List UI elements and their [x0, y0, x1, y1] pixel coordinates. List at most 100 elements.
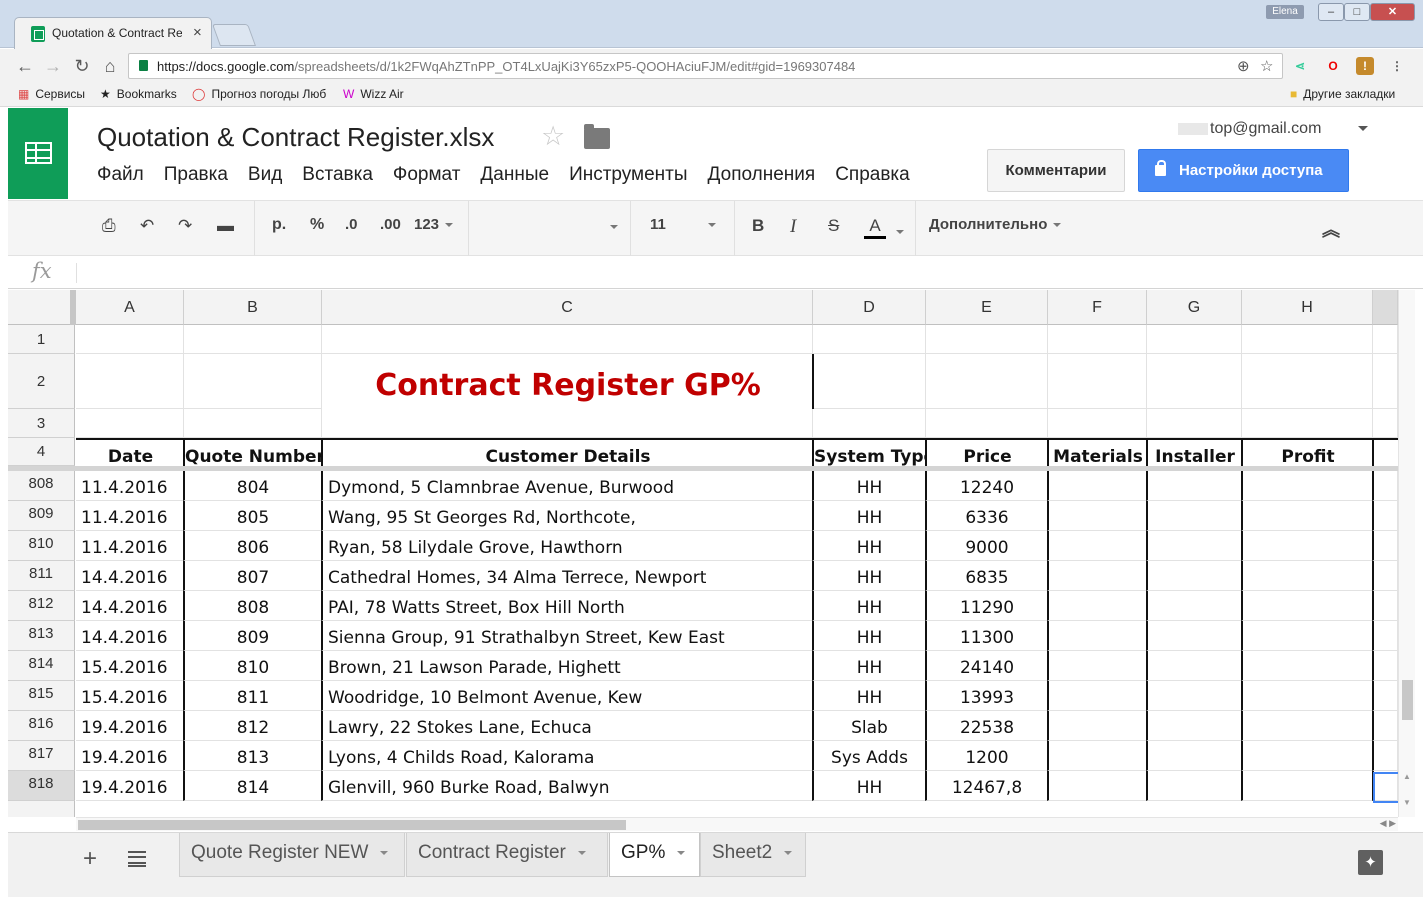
document-title[interactable]: Quotation & Contract Register.xlsx [97, 122, 494, 153]
scroll-up-icon[interactable]: ▲ [1403, 772, 1411, 781]
row-header[interactable]: 815 [8, 681, 75, 711]
row-header[interactable]: 811 [8, 561, 75, 591]
cell[interactable] [1047, 711, 1147, 741]
cell[interactable] [813, 409, 926, 438]
reload-icon[interactable]: ↻ [71, 55, 93, 77]
window-minimize-button[interactable]: – [1318, 3, 1344, 21]
scroll-arrows-icon[interactable]: ◀ ▶ [1380, 818, 1396, 829]
header-cell[interactable]: Profit [1241, 438, 1373, 469]
row-header[interactable]: 810 [8, 531, 75, 561]
cell-system[interactable]: HH [812, 471, 926, 501]
header-cell[interactable]: Date [76, 438, 185, 469]
cell[interactable] [184, 409, 322, 438]
text-color-button[interactable]: A [864, 216, 886, 239]
cell-date[interactable]: 14.4.2016 [76, 591, 184, 621]
window-maximize-button[interactable]: □ [1344, 3, 1370, 21]
cell-system[interactable]: HH [812, 621, 926, 651]
cell-quote[interactable]: 806 [183, 531, 322, 561]
row-header[interactable]: 2 [8, 354, 75, 409]
collapse-menu-icon[interactable]: ︽ [1322, 216, 1340, 242]
cell-system[interactable]: HH [812, 651, 926, 681]
cell[interactable] [1146, 561, 1242, 591]
cell-quote[interactable]: 810 [183, 651, 322, 681]
cell[interactable] [1146, 741, 1242, 771]
font-size-dropdown[interactable]: 11 [650, 216, 716, 233]
cell[interactable] [1146, 621, 1242, 651]
row-header[interactable]: 1 [8, 325, 75, 354]
more-button[interactable]: Дополнительно [929, 216, 1062, 233]
comments-button[interactable]: Комментарии [987, 149, 1125, 192]
row-header[interactable]: 3 [8, 409, 75, 438]
opera-extension-icon[interactable]: O [1324, 57, 1342, 75]
star-document-icon[interactable]: ☆ [541, 121, 565, 152]
bookmark-wizzair[interactable]: W Wizz Air [343, 87, 404, 101]
row-header[interactable]: 817 [8, 741, 75, 771]
menu-addons[interactable]: Дополнения [708, 164, 816, 185]
cell-customer[interactable]: Ryan, 58 Lilydale Grove, Hawthorn [321, 531, 813, 561]
cell[interactable] [1147, 354, 1242, 409]
paint-format-icon[interactable]: ▬ [217, 216, 234, 236]
cell-customer[interactable]: Sienna Group, 91 Strathalbyn Street, Kew… [321, 621, 813, 651]
undo-icon[interactable]: ↶ [140, 216, 154, 236]
cell-system[interactable]: HH [812, 531, 926, 561]
italic-button[interactable]: I [790, 216, 796, 238]
scroll-down-icon[interactable]: ▼ [1403, 798, 1411, 807]
cell-customer[interactable]: Dymond, 5 Clamnbrae Avenue, Burwood [321, 471, 813, 501]
cell[interactable] [1372, 531, 1398, 561]
cell-customer[interactable]: Lyons, 4 Childs Road, Kalorama [321, 741, 813, 771]
cell[interactable] [1372, 681, 1398, 711]
column-header[interactable]: B [184, 290, 322, 325]
share-button[interactable]: Настройки доступа [1138, 149, 1349, 192]
cell-customer[interactable]: Glenvill, 960 Burke Road, Balwyn [321, 771, 813, 801]
cell-date[interactable]: 14.4.2016 [76, 621, 184, 651]
cell[interactable] [1372, 651, 1398, 681]
cell-quote[interactable]: 809 [183, 621, 322, 651]
cell[interactable] [1242, 354, 1373, 409]
cell-date[interactable]: 19.4.2016 [76, 771, 184, 801]
selected-cell[interactable] [1373, 772, 1398, 803]
bookmark-weather[interactable]: ◯ Прогноз погоды Люб [192, 87, 326, 101]
cell-system[interactable]: HH [812, 591, 926, 621]
cell[interactable] [1241, 501, 1373, 531]
column-header[interactable]: A [76, 290, 184, 325]
cell[interactable] [1241, 561, 1373, 591]
column-header[interactable]: H [1242, 290, 1373, 325]
cell-quote[interactable]: 804 [183, 471, 322, 501]
new-tab-button[interactable] [211, 24, 257, 46]
cell-quote[interactable]: 813 [183, 741, 322, 771]
vertical-scrollbar[interactable]: ▲ ▼ [1398, 290, 1415, 817]
tab-close-icon[interactable]: × [193, 24, 202, 41]
cell[interactable] [1048, 354, 1147, 409]
cell[interactable] [1047, 651, 1147, 681]
cell[interactable] [76, 325, 184, 354]
cell[interactable] [1146, 591, 1242, 621]
address-bar[interactable]: https://docs.google.com/spreadsheets/d/1… [128, 53, 1283, 79]
cell[interactable] [1372, 591, 1398, 621]
cell-price[interactable]: 11300 [925, 621, 1048, 651]
cell[interactable] [1047, 531, 1147, 561]
cell[interactable] [1241, 591, 1373, 621]
header-cell[interactable]: Installer [1146, 438, 1242, 469]
menu-format[interactable]: Формат [393, 164, 461, 185]
bookmark-apps[interactable]: ▦ Сервисы [18, 87, 85, 101]
cell-system[interactable]: Slab [812, 711, 926, 741]
cell[interactable] [1241, 621, 1373, 651]
account-email[interactable]: top@gmail.com [1178, 120, 1321, 138]
row-header[interactable]: 4 [8, 438, 75, 466]
menu-edit[interactable]: Правка [164, 164, 228, 185]
cell[interactable] [1048, 325, 1147, 354]
cell[interactable] [1372, 501, 1398, 531]
cell-system[interactable]: HH [812, 681, 926, 711]
column-header[interactable]: C [322, 290, 813, 325]
account-chevron-down-icon[interactable] [1358, 126, 1368, 131]
cell[interactable] [1047, 771, 1147, 801]
cell[interactable] [1241, 471, 1373, 501]
cell[interactable] [1146, 711, 1242, 741]
cell[interactable] [1241, 741, 1373, 771]
text-color-chevron-icon[interactable] [890, 221, 904, 241]
cell[interactable] [1372, 561, 1398, 591]
cell-price[interactable]: 24140 [925, 651, 1048, 681]
cell[interactable] [1146, 471, 1242, 501]
cell[interactable] [1047, 591, 1147, 621]
formula-input[interactable] [88, 261, 1388, 285]
